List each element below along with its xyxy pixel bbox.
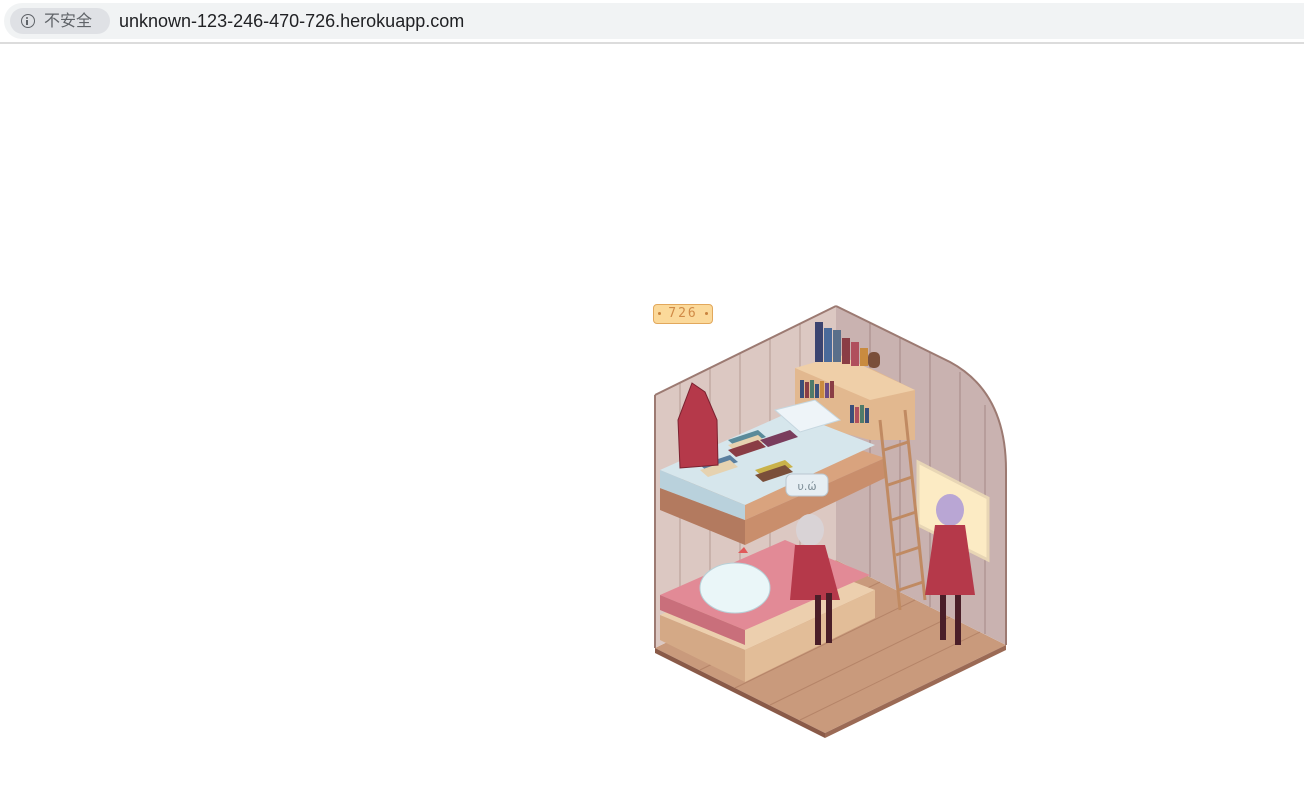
visit-counter: 726 (668, 306, 698, 321)
site-security-chip[interactable]: 不安全 (10, 8, 110, 34)
browser-toolbar: 不安全 unknown-123-246-470-726.herokuapp.co… (0, 0, 1304, 44)
chicken-plush (699, 562, 771, 614)
visit-counter-badge: 726 (653, 304, 713, 324)
url-text[interactable]: unknown-123-246-470-726.herokuapp.com (119, 10, 464, 32)
security-label: 不安全 (44, 11, 93, 30)
info-icon (21, 14, 35, 28)
speech-bubble-text: υ.ώ (797, 480, 816, 493)
pixel-room-illustration: υ.ώ (654, 305, 1007, 738)
badge-dot-right (705, 312, 708, 315)
address-bar[interactable]: 不安全 unknown-123-246-470-726.herokuapp.co… (4, 3, 1304, 39)
